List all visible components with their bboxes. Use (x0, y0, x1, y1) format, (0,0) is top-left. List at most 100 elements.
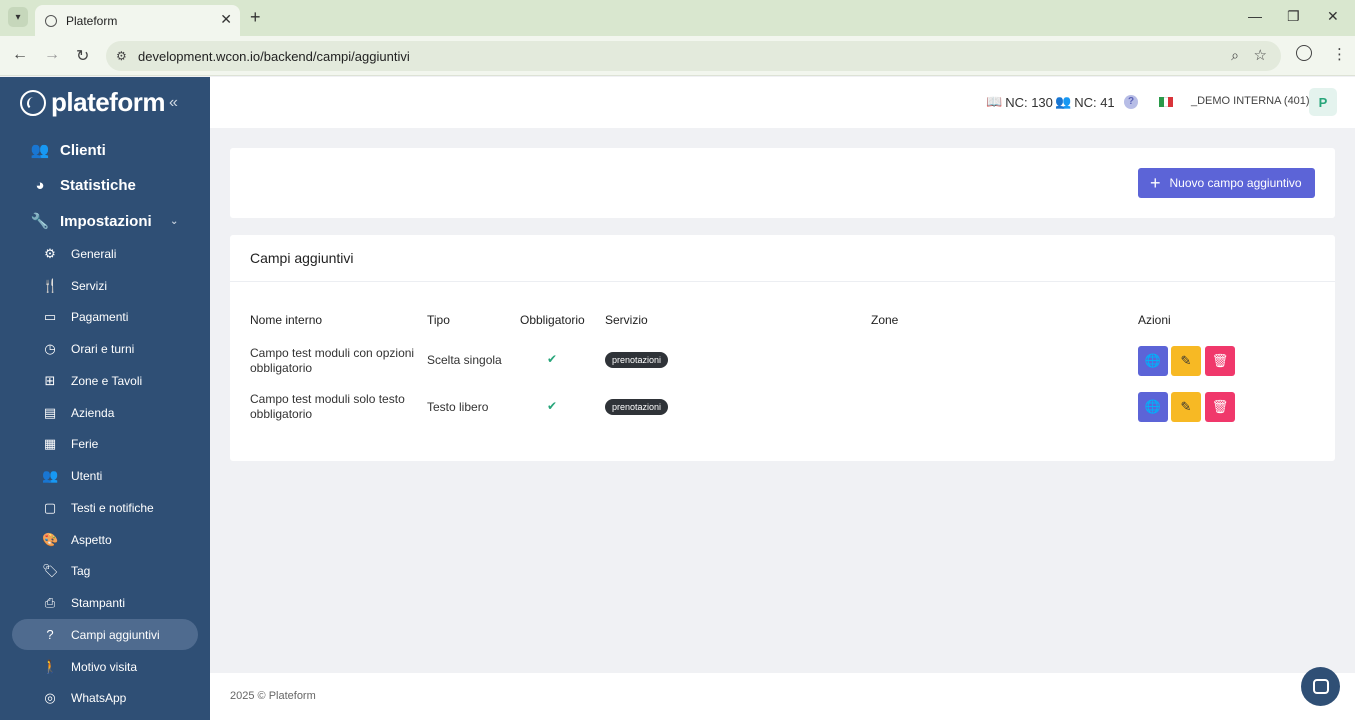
nc-book-counter[interactable]: 📖 NC: 130 (986, 94, 1053, 110)
actions-card: + Nuovo campo aggiuntivo (230, 148, 1335, 218)
nc-users-counter[interactable]: 👥 NC: 41 (1055, 94, 1115, 110)
divider (230, 281, 1335, 282)
collapse-sidebar-icon[interactable]: « (169, 94, 178, 112)
book-icon: 📖 (986, 94, 1003, 109)
sidebar-item-testi-e-notifiche[interactable]: ▢ Testi e notifiche (12, 492, 198, 523)
sidebar-item-label: Utenti (71, 468, 103, 483)
sidebar-item-label: WhatsApp (71, 690, 127, 705)
row-name-line: obbligatorio (250, 361, 313, 375)
sidebar-item-orari-e-turni[interactable]: ◷ Orari e turni (12, 333, 198, 364)
edit-button[interactable]: ✎ (1171, 346, 1201, 376)
chat-icon (1312, 679, 1329, 694)
address-bar: ← → ↻ ⚙ development.wcon.io/backend/camp… (0, 36, 1355, 76)
users-icon: 👥 (30, 142, 50, 159)
tab-search-chevron-icon[interactable]: ▾ (8, 7, 28, 27)
calendar-icon: ▦ (43, 435, 57, 451)
restore-icon[interactable]: ❐ (1287, 8, 1300, 25)
url-text: development.wcon.io/backend/campi/aggiun… (138, 48, 410, 64)
translate-button[interactable]: 🌐 (1138, 392, 1168, 422)
row-name: Campo test moduli solo testo obbligatori… (250, 392, 405, 422)
column-header-obbligatorio[interactable]: Obbligatorio (520, 313, 585, 327)
sidebar-item-label: Stampanti (71, 595, 126, 610)
site-settings-icon[interactable]: ⚙ (116, 49, 127, 63)
service-badge: prenotazioni (605, 399, 669, 415)
new-field-button[interactable]: + Nuovo campo aggiuntivo (1138, 168, 1315, 198)
sidebar-item-statistiche[interactable]: ◕ Statistiche (30, 177, 136, 194)
globe-icon: 🌐 (1144, 399, 1162, 414)
help-icon[interactable]: ? (1124, 95, 1138, 109)
browser-menu-icon[interactable]: ⋮ (1332, 45, 1347, 63)
sidebar-item-pagamenti[interactable]: ▭ Pagamenti (12, 301, 198, 332)
tab-title: Plateform (66, 13, 118, 28)
zoom-icon[interactable]: ⌕ (1231, 47, 1239, 64)
sidebar-item-servizi[interactable]: 🍴 Servizi (12, 270, 198, 301)
close-window-icon[interactable]: ✕ (1327, 8, 1339, 25)
chat-launcher-button[interactable] (1301, 667, 1340, 706)
sidebar-item-motivo-visita[interactable]: 🚶 Motivo visita (12, 651, 198, 682)
sidebar-item-utenti[interactable]: 👥 Utenti (12, 460, 198, 491)
checkmark-icon: ✔ (547, 399, 558, 413)
profile-icon[interactable] (1296, 45, 1312, 61)
avatar[interactable]: P (1309, 88, 1337, 116)
copyright-text: 2025 © Plateform (230, 690, 316, 702)
logo-mark-icon (20, 89, 46, 116)
sidebar-item-ferie[interactable]: ▦ Ferie (12, 428, 198, 459)
trash-icon: 🗑 (1211, 399, 1229, 414)
users-icon: 👥 (42, 467, 59, 483)
sidebar-item-tag[interactable]: 🏷 Tag (12, 555, 198, 586)
sidebar-item-whatsapp[interactable]: ◎ WhatsApp (12, 682, 198, 713)
sidebar-item-label: Zone e Tavoli (71, 373, 143, 388)
column-header-tipo[interactable]: Tipo (427, 313, 450, 327)
translate-button[interactable]: 🌐 (1138, 346, 1168, 376)
row-name-line: obbligatorio (250, 407, 313, 421)
browser-tab[interactable]: Plateform ✕ (35, 5, 240, 36)
pie-chart-icon: ◕ (35, 177, 45, 194)
sidebar-item-label: Azienda (71, 405, 115, 420)
sidebar-item-label: Testi e notifiche (71, 500, 154, 515)
new-field-label: Nuovo campo aggiuntivo (1169, 176, 1302, 190)
tab-favicon-icon (45, 14, 57, 27)
delete-button[interactable]: 🗑 (1205, 346, 1235, 376)
sidebar-item-zone-e-tavoli[interactable]: ⊞ Zone e Tavoli (12, 365, 198, 396)
edit-button[interactable]: ✎ (1171, 392, 1201, 422)
close-tab-icon[interactable]: ✕ (220, 11, 232, 28)
column-header-servizio[interactable]: Servizio (605, 313, 648, 327)
sidebar-item-impostazioni[interactable]: 🔧 Impostazioni ⌄ (30, 212, 179, 231)
url-input[interactable]: ⚙ development.wcon.io/backend/campi/aggi… (106, 41, 1281, 71)
sidebar-item-stampanti[interactable]: ⎙ Stampanti (12, 587, 198, 618)
sidebar-item-clienti[interactable]: 👥 Clienti (30, 141, 106, 160)
sidebar-item-label: Campi aggiuntivi (71, 627, 160, 642)
utensils-icon: 🍴 (42, 277, 59, 293)
row-tipo: Testo libero (427, 400, 489, 414)
plateform-logo[interactable]: plateform « (20, 87, 178, 118)
sidebar-item-label: Clienti (60, 141, 106, 159)
sidebar-item-generali[interactable]: ⚙ Generali (12, 238, 198, 269)
bookmark-star-icon[interactable]: ☆ (1254, 46, 1267, 64)
sidebar-item-label: Motivo visita (71, 659, 138, 674)
italian-flag-icon[interactable] (1159, 97, 1174, 107)
column-header-nome-interno[interactable]: Nome interno (250, 313, 322, 327)
sidebar-item-campi-aggiuntivi[interactable]: ? Campi aggiuntivi (12, 619, 198, 650)
delete-button[interactable]: 🗑 (1205, 392, 1235, 422)
plus-icon: + (1150, 173, 1161, 193)
sidebar-item-azienda[interactable]: ▤ Azienda (12, 397, 198, 428)
column-header-azioni: Azioni (1138, 313, 1171, 327)
column-header-zone[interactable]: Zone (871, 313, 898, 327)
question-icon: ? (46, 627, 54, 642)
minimize-icon[interactable]: — (1248, 8, 1262, 24)
reload-icon[interactable]: ↻ (76, 46, 89, 66)
globe-icon: 🌐 (1144, 353, 1162, 368)
new-tab-button[interactable]: + (250, 7, 261, 28)
account-name[interactable]: _DEMO INTERNA (401) (1191, 95, 1310, 107)
row-name-line: Campo test moduli con opzioni (250, 346, 415, 360)
clock-icon: ◷ (44, 340, 56, 356)
sidebar-item-aspetto[interactable]: 🎨 Aspetto (12, 524, 198, 555)
credit-card-icon: ▭ (43, 308, 57, 324)
wrench-icon: 🔧 (30, 213, 50, 230)
back-arrow-icon[interactable]: ← (12, 46, 28, 64)
edit-icon: ✎ (1180, 399, 1192, 414)
sidebar-item-label: Statistiche (60, 177, 136, 194)
sidebar: plateform « 👥 Clienti ◕ Statistiche 🔧 Im… (0, 77, 210, 720)
edit-icon: ✎ (1180, 353, 1192, 368)
forward-arrow-icon[interactable]: → (44, 46, 60, 64)
